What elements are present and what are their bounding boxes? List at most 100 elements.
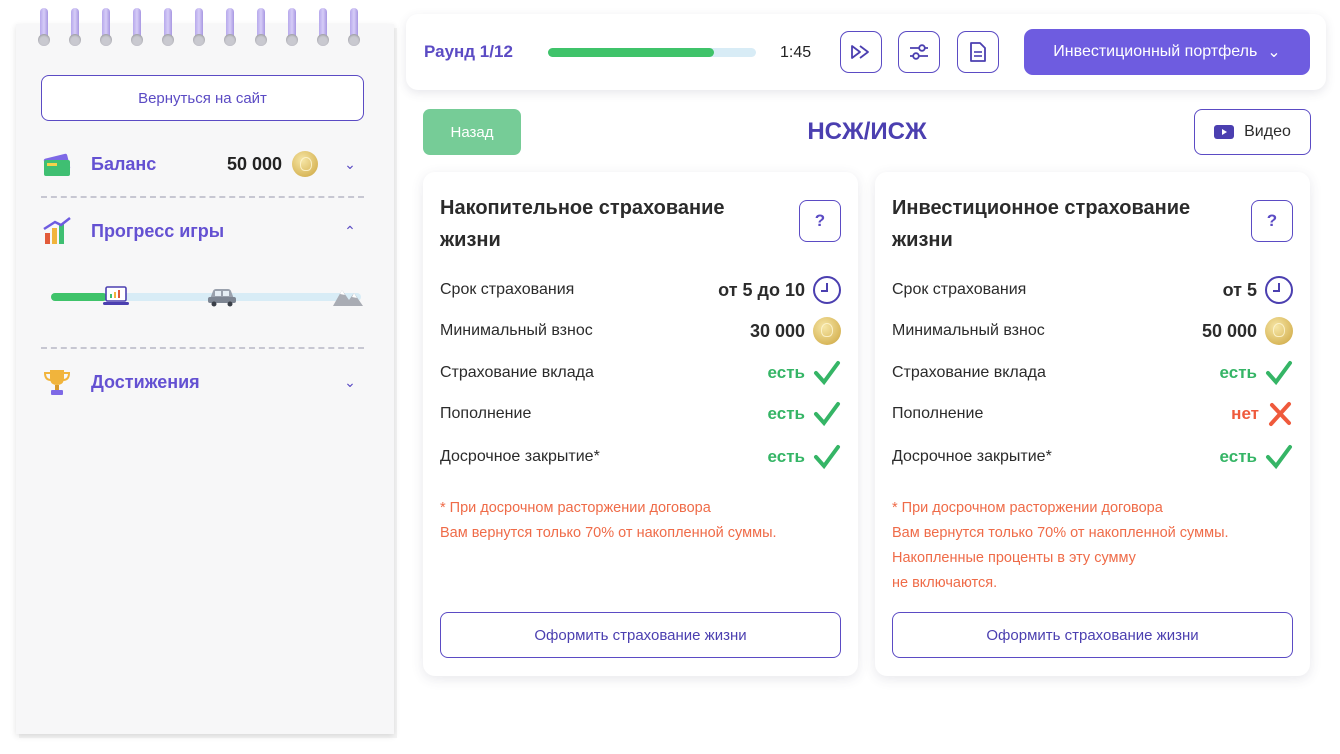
- product-card-iszh: Инвестиционное страхование жизни ? Срок …: [875, 172, 1310, 676]
- row-label: Страхование вклада: [892, 364, 1046, 381]
- row-label: Досрочное закрытие*: [440, 448, 600, 465]
- row-term: Срок страхования от 5: [892, 275, 1293, 305]
- ring-icon: [162, 8, 174, 46]
- back-to-site-button[interactable]: Вернуться на сайт: [41, 75, 364, 121]
- timer: 1:45: [780, 44, 812, 61]
- row-label: Срок страхования: [892, 281, 1027, 298]
- ring-icon: [255, 8, 267, 46]
- clock-icon: [1265, 276, 1293, 304]
- check-icon: [814, 402, 840, 427]
- fast-forward-button[interactable]: [840, 31, 882, 73]
- row-value: есть: [1220, 360, 1293, 386]
- coin-icon: [292, 151, 318, 177]
- coin-icon: [1265, 317, 1293, 345]
- row-top-up: Пополнение есть: [440, 399, 841, 429]
- balance-row[interactable]: Баланс 50 000 ⌄: [41, 144, 364, 184]
- balance-label: Баланс: [91, 153, 157, 174]
- row-value: нет: [1231, 401, 1293, 427]
- bar-chart-icon: [41, 215, 73, 247]
- help-button[interactable]: ?: [1251, 200, 1293, 242]
- card-title: Инвестиционное страхование жизни: [892, 197, 1191, 251]
- document-button[interactable]: [957, 31, 999, 73]
- top-bar: Раунд 1/12 1:45 Инвестиционный портфель …: [406, 14, 1326, 90]
- row-label: Страхование вклада: [440, 364, 594, 381]
- row-term: Срок страхования от 5 до 10: [440, 275, 841, 305]
- row-label: Пополнение: [440, 405, 532, 422]
- sidebar-notebook: Вернуться на сайт Баланс 50 000 ⌄ Прогре…: [16, 8, 394, 734]
- coin-icon: [813, 317, 841, 345]
- round-progress-bar: [548, 48, 756, 57]
- row-value: от 5 до 10: [718, 276, 841, 304]
- chevron-down-icon[interactable]: ⌄: [336, 156, 364, 173]
- row-early-close: Досрочное закрытие* есть: [892, 442, 1293, 472]
- chevron-up-icon[interactable]: ⌃: [336, 223, 364, 240]
- game-progress-fill: [51, 293, 107, 301]
- check-icon: [1266, 361, 1292, 386]
- ring-icon: [69, 8, 81, 46]
- row-early-close: Досрочное закрытие* есть: [440, 442, 841, 472]
- progress-label: Прогресс игры: [91, 220, 225, 241]
- row-value: от 5: [1223, 276, 1293, 304]
- row-label: Досрочное закрытие*: [892, 448, 1052, 465]
- row-deposit-insurance: Страхование вклада есть: [892, 358, 1293, 388]
- round-progress-fill: [548, 48, 715, 57]
- settings-button[interactable]: [898, 31, 940, 73]
- car-icon: [206, 285, 238, 307]
- chevron-down-icon[interactable]: ⌄: [336, 374, 364, 391]
- achievements-row[interactable]: Достижения ⌄: [41, 362, 364, 402]
- play-icon: [1214, 125, 1235, 139]
- ring-icon: [286, 8, 298, 46]
- page-title: НСЖ/ИСЖ: [807, 118, 927, 145]
- apply-life-insurance-button[interactable]: Оформить страхование жизни: [892, 612, 1293, 658]
- apply-life-insurance-button[interactable]: Оформить страхование жизни: [440, 612, 841, 658]
- early-termination-note: * При досрочном расторжении договора Вам…: [892, 500, 1229, 591]
- divider: [41, 196, 364, 198]
- ring-icon: [224, 8, 236, 46]
- notebook-rings: [32, 8, 378, 50]
- laptop-icon: [102, 285, 130, 307]
- row-label: Минимальный взнос: [440, 322, 593, 339]
- balance-value: 50 000: [226, 153, 282, 174]
- row-deposit-insurance: Страхование вклада есть: [440, 358, 841, 388]
- wallet-icon: [41, 148, 73, 180]
- video-button[interactable]: Видео: [1194, 109, 1311, 155]
- ring-icon: [131, 8, 143, 46]
- ring-icon: [317, 8, 329, 46]
- achievements-label: Достижения: [91, 371, 200, 392]
- row-label: Срок страхования: [440, 281, 575, 298]
- row-label: Пополнение: [892, 405, 984, 422]
- investment-portfolio-dropdown[interactable]: Инвестиционный портфель ⌄: [1024, 29, 1310, 75]
- card-title: Накопительное страхование жизни: [440, 197, 725, 251]
- early-termination-note: * При досрочном расторжении договора Вам…: [440, 500, 777, 541]
- help-button[interactable]: ?: [799, 200, 841, 242]
- row-top-up: Пополнение нет: [892, 399, 1293, 429]
- check-icon: [1266, 445, 1292, 470]
- row-min-payment: Минимальный взнос 50 000: [892, 316, 1293, 346]
- round-counter: Раунд 1/12: [424, 42, 513, 61]
- chevron-down-icon: ⌄: [1267, 44, 1281, 61]
- mountains-icon: [332, 285, 364, 307]
- row-value: есть: [768, 444, 841, 470]
- row-value: есть: [1220, 444, 1293, 470]
- product-card-nszh: Накопительное страхование жизни ? Срок с…: [423, 172, 858, 676]
- check-icon: [814, 445, 840, 470]
- row-min-payment: Минимальный взнос 30 000: [440, 316, 841, 346]
- ring-icon: [100, 8, 112, 46]
- row-label: Минимальный взнос: [892, 322, 1045, 339]
- progress-row[interactable]: Прогресс игры ⌃: [41, 211, 364, 251]
- clock-icon: [813, 276, 841, 304]
- video-label: Видео: [1244, 123, 1291, 140]
- row-value: есть: [768, 401, 841, 427]
- divider: [41, 347, 364, 349]
- document-icon: [970, 42, 986, 62]
- row-value: 50 000: [1202, 317, 1293, 345]
- ring-icon: [38, 8, 50, 46]
- portfolio-label: Инвестиционный портфель: [1053, 43, 1258, 60]
- trophy-icon: [41, 366, 73, 398]
- check-icon: [814, 361, 840, 386]
- sliders-icon: [910, 44, 928, 60]
- ring-icon: [193, 8, 205, 46]
- ring-icon: [348, 8, 360, 46]
- back-button[interactable]: Назад: [423, 109, 521, 155]
- row-value: есть: [768, 360, 841, 386]
